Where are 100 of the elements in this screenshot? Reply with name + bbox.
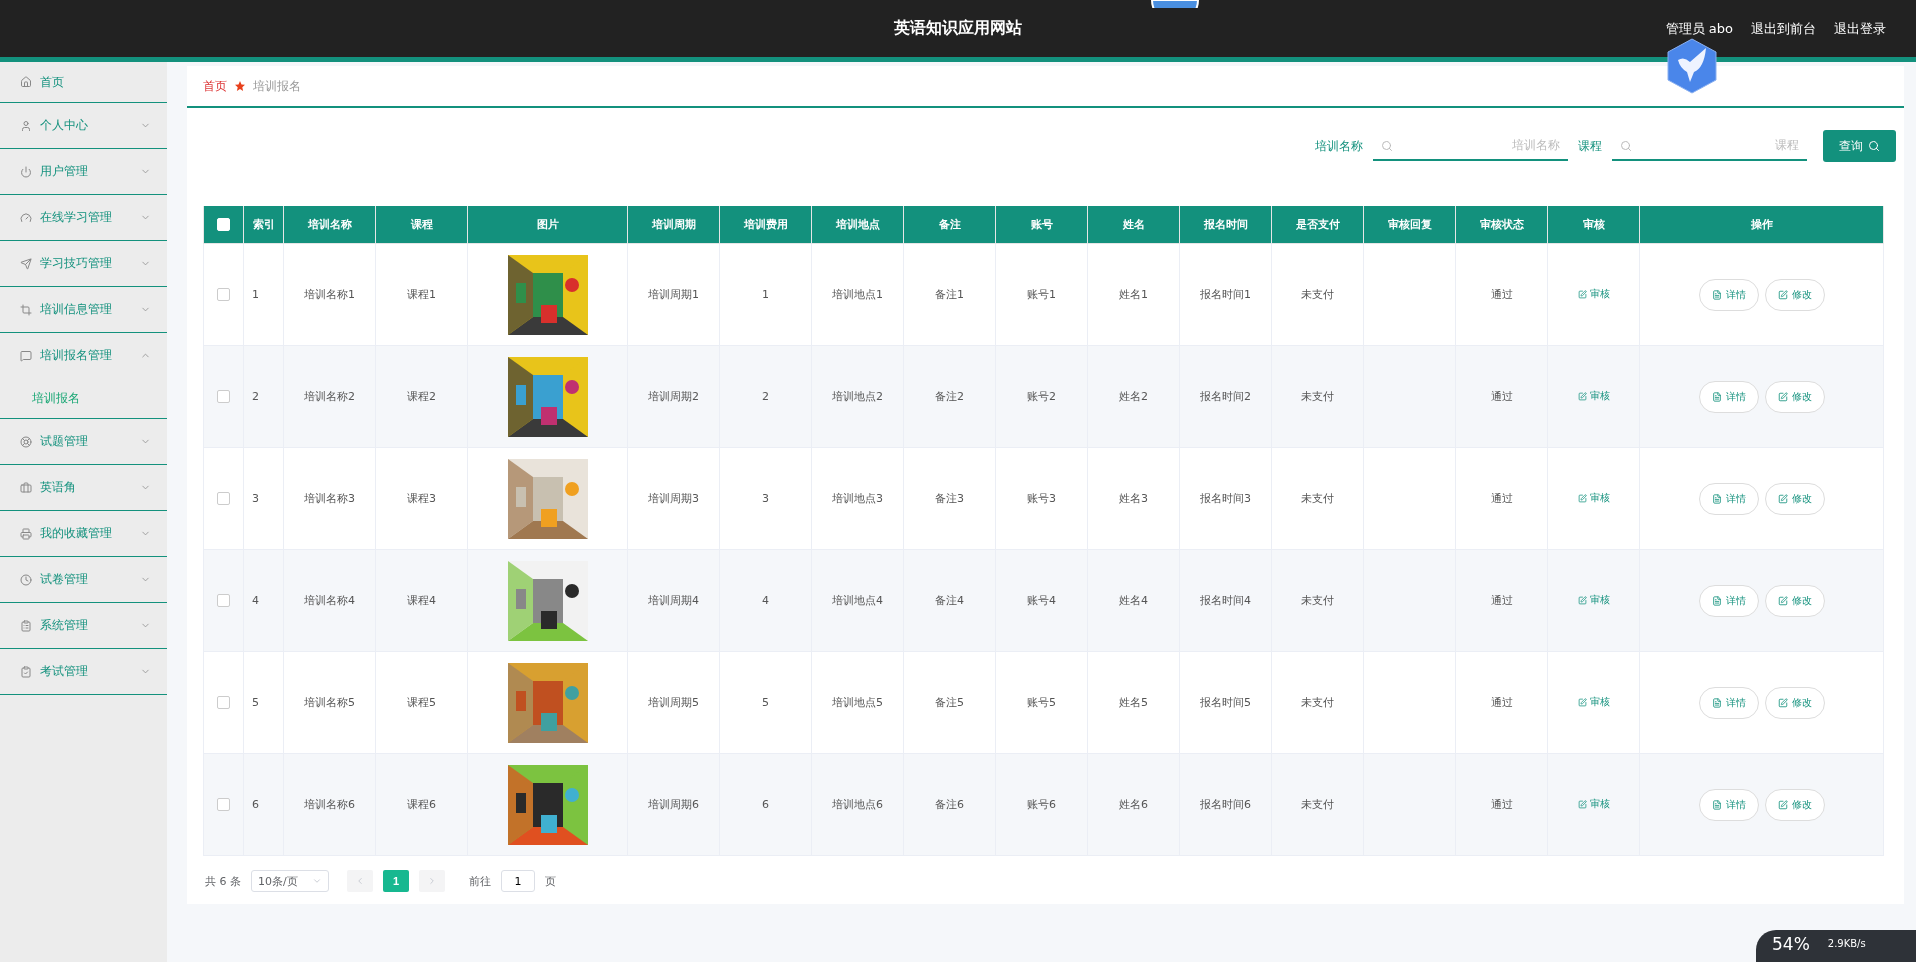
search-icon	[1868, 140, 1880, 152]
column-header: 培训地点	[811, 206, 904, 244]
column-header: 索引	[243, 206, 284, 244]
column-header: 培训费用	[719, 206, 812, 244]
table-cell: 5	[762, 696, 769, 709]
table-cell: 备注1	[935, 288, 964, 301]
audit-link[interactable]: 审核	[1577, 797, 1610, 812]
header-link[interactable]: 退出到前台	[1751, 19, 1816, 38]
pencil-icon	[1777, 391, 1788, 402]
edit-button[interactable]: 修改	[1764, 278, 1825, 311]
table-cell: 通过	[1490, 288, 1513, 301]
pencil-icon	[1577, 289, 1587, 299]
column-header: 审核状态	[1455, 206, 1548, 244]
audit-link[interactable]: 审核	[1577, 695, 1610, 710]
audit-link[interactable]: 审核	[1577, 593, 1610, 608]
column-header: 是否支付	[1271, 206, 1364, 244]
table-cell: 报名时间1	[1200, 288, 1251, 301]
column-header: 备注	[903, 206, 996, 244]
row-checkbox[interactable]	[217, 390, 230, 404]
search-icon	[1381, 140, 1393, 152]
details-button[interactable]: 详情	[1698, 788, 1759, 821]
table-cell: 未支付	[1301, 696, 1334, 709]
table-cell: 姓名6	[1119, 798, 1148, 811]
sidebar-item[interactable]: 培训报名管理	[0, 333, 167, 378]
audit-link[interactable]: 审核	[1577, 389, 1610, 404]
page-button[interactable]: 1	[383, 870, 409, 892]
sidebar-item[interactable]: 考试管理	[0, 649, 167, 695]
table-cell: 账号2	[1027, 390, 1056, 403]
sidebar-item[interactable]: 在线学习管理	[0, 195, 167, 241]
document-icon	[1711, 799, 1722, 810]
sidebar-item[interactable]: 英语角	[0, 465, 167, 511]
row-checkbox[interactable]	[217, 288, 230, 302]
star-icon	[235, 81, 245, 91]
breadcrumb-item[interactable]: 首页	[203, 77, 227, 95]
page-size-select[interactable]: 10条/页	[251, 870, 329, 892]
table-cell: 课程6	[407, 798, 436, 811]
row-checkbox[interactable]	[217, 594, 230, 608]
table-cell: 3	[762, 492, 769, 505]
table-cell: 备注6	[935, 798, 964, 811]
edit-button[interactable]: 修改	[1764, 584, 1825, 617]
table-cell: 6	[252, 798, 259, 811]
table-cell: 姓名2	[1119, 390, 1148, 403]
edit-button[interactable]: 修改	[1764, 686, 1825, 719]
page-suffix: 页	[545, 873, 556, 889]
table-cell: 未支付	[1301, 798, 1334, 811]
header-link[interactable]: 退出登录	[1834, 19, 1886, 38]
pencil-icon	[1777, 697, 1788, 708]
details-button[interactable]: 详情	[1698, 482, 1759, 515]
bird-icon[interactable]	[1666, 38, 1718, 94]
table-cell: 备注4	[935, 594, 964, 607]
details-button[interactable]: 详情	[1698, 686, 1759, 719]
column-header: 图片	[467, 206, 628, 244]
audit-link[interactable]: 审核	[1577, 287, 1610, 302]
sidebar-item[interactable]: 首页	[0, 62, 167, 103]
menu-icon	[20, 573, 32, 586]
table-cell: 培训名称4	[304, 594, 355, 607]
submenu-item[interactable]: 培训报名	[0, 378, 167, 419]
table-cell: 培训地点3	[832, 492, 883, 505]
table-cell: 通过	[1490, 798, 1513, 811]
table-cell: 培训周期5	[648, 696, 699, 709]
goto-page-field[interactable]: 1	[501, 870, 535, 892]
table-cell: 培训周期4	[648, 594, 699, 607]
speed-widget[interactable]: 54% 2.9KB/s	[1756, 930, 1916, 962]
sidebar-item[interactable]: 系统管理	[0, 603, 167, 649]
next-page-button[interactable]	[419, 870, 445, 892]
query-button[interactable]: 查询	[1823, 130, 1896, 162]
row-checkbox[interactable]	[217, 798, 230, 812]
sidebar-item[interactable]: 个人中心	[0, 103, 167, 149]
edit-button[interactable]: 修改	[1764, 788, 1825, 821]
menu-icon	[20, 435, 32, 448]
table-cell: 课程1	[407, 288, 436, 301]
table-cell: 姓名1	[1119, 288, 1148, 301]
sidebar-item[interactable]: 我的收藏管理	[0, 511, 167, 557]
sidebar-item[interactable]: 试卷管理	[0, 557, 167, 603]
search-icon	[1620, 140, 1632, 152]
table-cell: 报名时间3	[1200, 492, 1251, 505]
details-button[interactable]: 详情	[1698, 584, 1759, 617]
edit-button[interactable]: 修改	[1764, 482, 1825, 515]
sidebar-item[interactable]: 用户管理	[0, 149, 167, 195]
pencil-icon	[1777, 493, 1788, 504]
row-checkbox[interactable]	[217, 492, 230, 506]
table-cell: 未支付	[1301, 288, 1334, 301]
table-cell: 4	[762, 594, 769, 607]
pencil-icon	[1577, 799, 1587, 809]
table-cell: 培训周期1	[648, 288, 699, 301]
document-icon	[1711, 289, 1722, 300]
audit-link[interactable]: 审核	[1577, 491, 1610, 506]
row-checkbox[interactable]	[217, 696, 230, 710]
edit-button[interactable]: 修改	[1764, 380, 1825, 413]
details-button[interactable]: 详情	[1698, 278, 1759, 311]
prev-page-button[interactable]	[347, 870, 373, 892]
select-all-checkbox[interactable]	[217, 218, 230, 232]
sidebar-item[interactable]: 试题管理	[0, 419, 167, 465]
menu-icon	[20, 76, 32, 88]
sidebar-item[interactable]: 培训信息管理	[0, 287, 167, 333]
pencil-icon	[1577, 391, 1587, 401]
sidebar-item[interactable]: 学习技巧管理	[0, 241, 167, 287]
table-cell: 通过	[1490, 594, 1513, 607]
column-header: 操作	[1639, 206, 1884, 244]
details-button[interactable]: 详情	[1698, 380, 1759, 413]
